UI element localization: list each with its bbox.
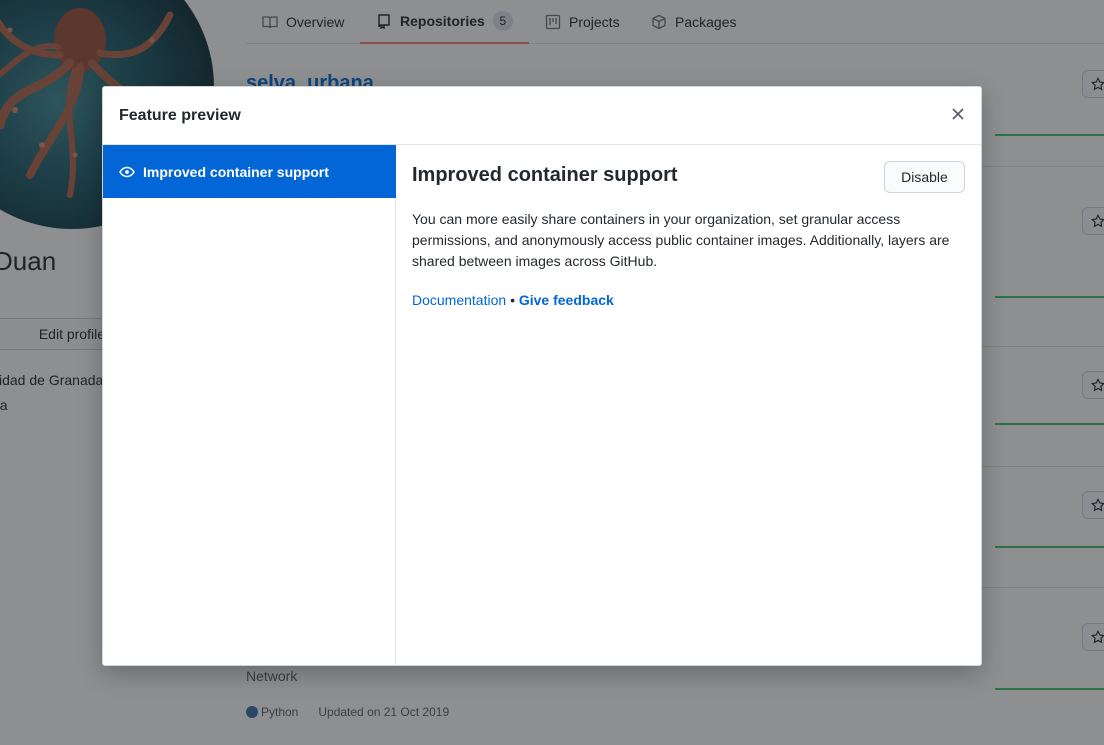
link-separator: • [510, 292, 515, 308]
dialog-header: Feature preview [103, 87, 981, 145]
disable-button[interactable]: Disable [884, 161, 965, 193]
profile-page: Duan Edit profile sidad de Granada da Ov… [0, 0, 1104, 745]
dialog-title: Feature preview [119, 107, 241, 124]
feature-details: Improved container support Disable You c… [396, 145, 981, 665]
feature-list: Improved container support [103, 145, 396, 665]
close-icon[interactable] [949, 105, 967, 123]
eye-icon [119, 166, 135, 177]
documentation-link[interactable]: Documentation [412, 292, 506, 308]
feature-description: You can more easily share containers in … [412, 211, 950, 269]
give-feedback-link[interactable]: Give feedback [519, 292, 614, 308]
feature-preview-dialog: Feature preview Improved container suppo… [102, 86, 982, 666]
feature-title: Improved container support [412, 164, 678, 186]
feature-item-label: Improved container support [143, 163, 329, 180]
feature-links: Documentation • Give feedback [412, 290, 614, 310]
feature-item-container-support[interactable]: Improved container support [103, 145, 396, 198]
